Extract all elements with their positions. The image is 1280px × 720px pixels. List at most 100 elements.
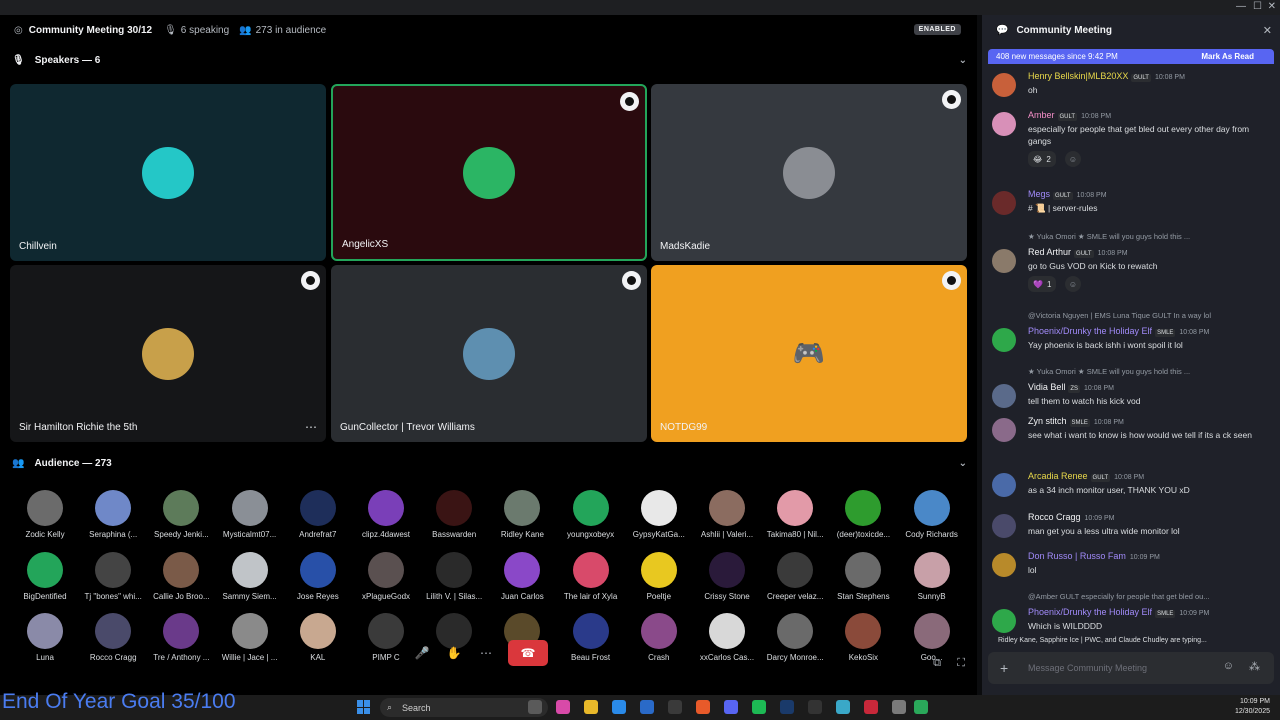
audience-member[interactable]: Willie | Jace | ... xyxy=(215,613,285,662)
chevron-down-icon[interactable]: ⌄ xyxy=(959,55,967,66)
audience-member[interactable]: Luna xyxy=(10,613,80,662)
minimize-icon[interactable]: — xyxy=(1236,1,1246,12)
avatar[interactable] xyxy=(992,418,1016,442)
more-options-icon[interactable]: ⋯ xyxy=(476,642,496,664)
username[interactable]: Arcadia Renee GULT 10:08 PM xyxy=(1028,471,1144,482)
leave-stage-button[interactable]: ☎ xyxy=(508,640,548,666)
audience-section-header[interactable]: 👥 Audience — 273 ⌄ xyxy=(12,454,967,472)
audience-member[interactable]: Ridley Kane xyxy=(487,490,557,539)
audience-member[interactable]: Callie Jo Broo... xyxy=(146,552,216,601)
audience-member[interactable]: SunnyB xyxy=(897,552,967,601)
avatar[interactable] xyxy=(992,191,1016,215)
username[interactable]: Don Russo | Russo Fam 10:09 PM xyxy=(1028,551,1160,561)
audience-member[interactable]: Basswarden xyxy=(419,490,489,539)
popout-icon[interactable]: ⧉ xyxy=(933,657,941,670)
audience-member[interactable]: Ashlii | Valeri... xyxy=(692,490,762,539)
reply-preview[interactable]: @Victoria Nguyen | EMS Luna Tique GULT I… xyxy=(1028,311,1211,320)
audience-member[interactable]: Creeper velaz... xyxy=(760,552,830,601)
audience-member[interactable]: The lair of Xyla xyxy=(556,552,626,601)
avatar[interactable] xyxy=(992,553,1016,577)
audience-member[interactable]: KekoSix xyxy=(828,613,898,662)
add-reaction-icon[interactable]: ☺ xyxy=(1065,151,1081,167)
audience-member[interactable]: (deer)toxicde... xyxy=(828,490,898,539)
message-input[interactable]: + Message Community Meeting ☺ ⁂ xyxy=(988,652,1274,684)
username[interactable]: Vidia Bell ZS 10:08 PM xyxy=(1028,382,1114,393)
avatar[interactable] xyxy=(992,112,1016,136)
audience-member[interactable]: Mysticalmt07... xyxy=(215,490,285,539)
file-explorer-icon[interactable] xyxy=(584,700,598,714)
mark-as-read-button[interactable]: Mark As Read xyxy=(1201,52,1254,61)
steam-icon[interactable] xyxy=(780,700,794,714)
username[interactable]: Rocco Cragg 10:09 PM xyxy=(1028,512,1115,522)
audience-member[interactable]: clipz.4dawest xyxy=(351,490,421,539)
audience-member[interactable]: xPlagueGodx xyxy=(351,552,421,601)
valorant-icon[interactable] xyxy=(864,700,878,714)
windows-start-icon[interactable] xyxy=(357,700,371,714)
discord-icon[interactable] xyxy=(724,700,738,714)
avatar[interactable] xyxy=(992,473,1016,497)
audience-member[interactable]: Zodic Kelly xyxy=(10,490,80,539)
avatar[interactable] xyxy=(992,249,1016,273)
avatar[interactable] xyxy=(992,609,1016,633)
username[interactable]: Phoenix/Drunky the Holiday Elf SMLE 10:09 … xyxy=(1028,607,1209,618)
speakers-section-header[interactable]: 🎙 Speakers — 6 ⌄ xyxy=(12,51,967,69)
username[interactable]: Henry Bellskin|MLB20XX GULT 10:08 PM xyxy=(1028,71,1185,82)
audience-member[interactable]: GypsyKatGa... xyxy=(624,490,694,539)
speaker-tile[interactable]: Sir Hamilton Richie the 5th ⋯ xyxy=(10,265,326,442)
mute-mic-icon[interactable]: 🎤 xyxy=(412,642,432,664)
username[interactable]: Zyn stitch SMLE 10:08 PM xyxy=(1028,416,1124,427)
plus-icon[interactable]: + xyxy=(1000,660,1008,676)
avatar[interactable] xyxy=(992,328,1016,352)
speaker-tile[interactable]: Chillvein xyxy=(10,84,326,261)
fullscreen-icon[interactable]: ⛶ xyxy=(957,657,965,670)
audience-member[interactable]: Jose Reyes xyxy=(283,552,353,601)
reply-preview[interactable]: @Amber GULT especially for people that g… xyxy=(1028,592,1210,601)
audience-member[interactable]: Goo... xyxy=(897,613,967,662)
close-chat-icon[interactable]: ✕ xyxy=(1263,24,1272,37)
audience-member[interactable]: Darcy Monroe... xyxy=(760,613,830,662)
raise-hand-icon[interactable]: ✋ xyxy=(444,642,464,664)
taskbar-clock[interactable]: 10:09 PM 12/30/2025 xyxy=(1235,697,1270,717)
maximize-icon[interactable]: ☐ xyxy=(1253,1,1262,12)
audience-member[interactable]: xxCarlos Cas... xyxy=(692,613,762,662)
settings-icon[interactable] xyxy=(892,700,906,714)
task-view-icon[interactable] xyxy=(528,700,542,714)
apps-icon[interactable]: ⁂ xyxy=(1249,660,1260,673)
speaker-tile[interactable]: 🎮 NOTDG99 xyxy=(651,265,967,442)
audience-member[interactable]: Juan Carlos xyxy=(487,552,557,601)
avatar[interactable] xyxy=(992,73,1016,97)
reaction-chip[interactable]: 💜 1 xyxy=(1028,276,1057,292)
avatar[interactable] xyxy=(992,384,1016,408)
audience-member[interactable]: Andrefrat7 xyxy=(283,490,353,539)
audience-member[interactable]: Cody Richards xyxy=(897,490,967,539)
audience-member[interactable]: Poeltje xyxy=(624,552,694,601)
audience-member[interactable]: BigDentified xyxy=(10,552,80,601)
notepad-icon[interactable] xyxy=(836,700,850,714)
firefox-icon[interactable] xyxy=(696,700,710,714)
audience-member[interactable]: Speedy Jenki... xyxy=(146,490,216,539)
reply-preview[interactable]: ★ Yuka Omori ★ SMLE will you guys hold t… xyxy=(1028,367,1190,376)
audience-member[interactable]: Seraphina (... xyxy=(78,490,148,539)
emoji-icon[interactable]: ☺ xyxy=(1223,660,1234,672)
audience-member[interactable]: Takima80 | Nil... xyxy=(760,490,830,539)
username[interactable]: Phoenix/Drunky the Holiday Elf SMLE 10:08 … xyxy=(1028,326,1209,337)
username[interactable]: Red Arthur GULT 10:08 PM xyxy=(1028,247,1128,258)
more-options-icon[interactable]: ⋯ xyxy=(305,420,317,434)
audience-member[interactable]: Stan Stephens xyxy=(828,552,898,601)
store-icon[interactable] xyxy=(640,700,654,714)
obs-icon[interactable] xyxy=(808,700,822,714)
audience-member[interactable]: Crash xyxy=(624,613,694,662)
reaction-chip[interactable]: 😂 2 xyxy=(1028,151,1056,167)
audience-member[interactable]: Rocco Cragg xyxy=(78,613,148,662)
audience-member[interactable]: Beau Frost xyxy=(556,613,626,662)
app-icon[interactable] xyxy=(668,700,682,714)
username[interactable]: Amber GULT 10:08 PM xyxy=(1028,110,1111,121)
copilot-icon[interactable] xyxy=(556,700,570,714)
app-icon[interactable] xyxy=(914,700,928,714)
audience-member[interactable]: Sammy Siem... xyxy=(215,552,285,601)
audience-member[interactable]: Lilith V. | Silas... xyxy=(419,552,489,601)
edge-icon[interactable] xyxy=(612,700,626,714)
audience-member[interactable]: youngxobeyx xyxy=(556,490,626,539)
close-window-icon[interactable]: ✕ xyxy=(1268,1,1276,12)
audience-member[interactable]: KAL xyxy=(283,613,353,662)
